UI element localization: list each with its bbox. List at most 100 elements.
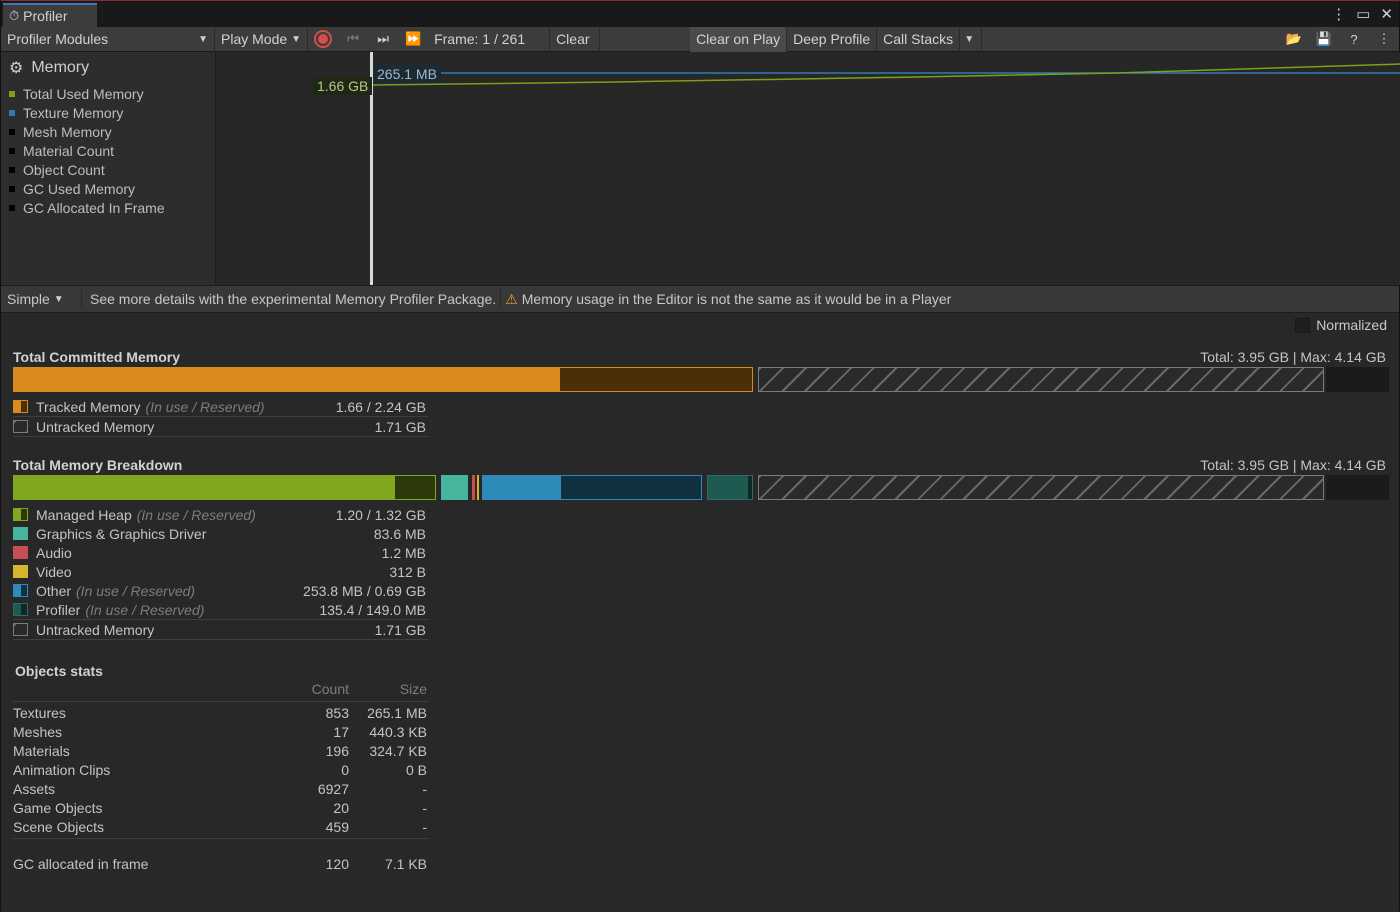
stat-count: 853 xyxy=(325,704,349,721)
row-value: 312 B xyxy=(389,563,426,580)
deep-profile-toggle[interactable]: Deep Profile xyxy=(787,26,878,52)
series-swatch xyxy=(9,147,15,154)
profiler-row[interactable]: Profiler (In use / Reserved) 135.4 / 149… xyxy=(13,600,428,619)
memory-module-title[interactable]: ⚙ Memory xyxy=(1,52,215,84)
record-button[interactable] xyxy=(308,27,338,52)
save-icon: 💾 xyxy=(1315,31,1333,46)
chevron-down-icon: ▼ xyxy=(198,33,208,45)
series-item-texture-memory[interactable]: Texture Memory xyxy=(9,103,215,122)
managed-heap-bar[interactable] xyxy=(13,475,436,500)
table-row[interactable]: Game Objects 20 - xyxy=(13,798,429,817)
series-item-gc-used-memory[interactable]: GC Used Memory xyxy=(9,179,215,198)
stat-size: - xyxy=(422,780,427,797)
memory-details-panel: Normalized Total Committed Memory Total:… xyxy=(1,313,1399,912)
play-mode-dropdown[interactable]: Play Mode ▼ xyxy=(215,26,309,52)
deep-profile-label: Deep Profile xyxy=(793,31,871,47)
stat-size: 265.1 MB xyxy=(367,704,427,721)
memory-chart[interactable]: 265.1 MB 1.66 GB xyxy=(216,52,1400,285)
help-button[interactable]: ? xyxy=(1339,27,1369,52)
load-button[interactable]: 📂 xyxy=(1279,27,1309,52)
audio-row[interactable]: Audio 1.2 MB xyxy=(13,543,428,562)
table-row[interactable]: Materials 196 324.7 KB xyxy=(13,741,429,760)
series-item-object-count[interactable]: Object Count xyxy=(9,160,215,179)
more-options-icon[interactable]: ⋮ xyxy=(1331,5,1346,23)
managed-heap-row[interactable]: Managed Heap (In use / Reserved) 1.20 / … xyxy=(13,505,428,524)
stat-size: - xyxy=(422,799,427,816)
table-row[interactable]: Animation Clips 0 0 B xyxy=(13,760,429,779)
profiler-modules-dropdown[interactable]: Profiler Modules ▼ xyxy=(1,26,215,52)
untracked-memory-row[interactable]: Untracked Memory 1.71 GB xyxy=(13,417,428,436)
profiler-toolbar: Profiler Modules ▼ Play Mode ▼ ⏮ ⏭ ⏩ Fra… xyxy=(1,26,1399,52)
row-label: Tracked Memory xyxy=(36,398,141,415)
current-frame-button[interactable]: ⏩ xyxy=(398,27,428,52)
tracked-memory-row[interactable]: Tracked Memory (In use / Reserved) 1.66 … xyxy=(13,397,428,416)
table-row[interactable]: Textures 853 265.1 MB xyxy=(13,703,429,722)
view-mode-dropdown[interactable]: Simple ▼ xyxy=(1,291,77,307)
series-label: Total Used Memory xyxy=(23,85,144,102)
audio-swatch-icon xyxy=(13,546,28,559)
video-bar[interactable] xyxy=(477,475,479,500)
normalized-toggle[interactable]: Normalized xyxy=(1295,317,1387,333)
save-button[interactable]: 💾 xyxy=(1309,27,1339,52)
row-label: Managed Heap xyxy=(36,506,132,523)
row-sublabel: (In use / Reserved) xyxy=(145,398,265,415)
series-item-gc-allocated-in-frame[interactable]: GC Allocated In Frame xyxy=(9,198,215,217)
divider xyxy=(13,838,429,839)
row-value: 1.20 / 1.32 GB xyxy=(335,506,426,523)
stat-count: 196 xyxy=(325,742,349,759)
clear-on-play-toggle[interactable]: Clear on Play xyxy=(690,26,788,52)
tracked-memory-swatch-icon xyxy=(13,400,28,413)
series-label: GC Allocated In Frame xyxy=(23,199,165,216)
profiler-swatch-icon xyxy=(13,603,28,616)
total-used-memory-line xyxy=(372,63,1400,86)
stat-label: Meshes xyxy=(13,723,63,740)
row-value: 1.71 GB xyxy=(374,418,426,435)
untracked-memory-row[interactable]: Untracked Memory 1.71 GB xyxy=(13,620,428,639)
tracked-memory-bar[interactable] xyxy=(13,367,753,392)
clear-button[interactable]: Clear xyxy=(550,26,601,52)
untracked-memory-bar[interactable] xyxy=(758,367,1324,392)
video-row[interactable]: Video 312 B xyxy=(13,562,428,581)
gc-allocated-row[interactable]: GC allocated in frame 120 7.1 KB xyxy=(13,854,429,873)
row-sublabel: (In use / Reserved) xyxy=(76,582,196,599)
close-icon[interactable]: ✕ xyxy=(1380,5,1393,23)
stat-count: 459 xyxy=(325,818,349,835)
divider xyxy=(81,289,82,309)
row-sublabel: (In use / Reserved) xyxy=(136,506,256,523)
series-item-material-count[interactable]: Material Count xyxy=(9,141,215,160)
series-label: Object Count xyxy=(23,161,105,178)
previous-frame-button[interactable]: ⏮ xyxy=(338,27,368,52)
row-value: 135.4 / 149.0 MB xyxy=(319,601,426,618)
next-frame-button[interactable]: ⏭ xyxy=(368,27,398,52)
other-row[interactable]: Other (In use / Reserved) 253.8 MB / 0.6… xyxy=(13,581,428,600)
toolbar-menu-button[interactable]: ⋮ xyxy=(1369,27,1399,52)
row-value: 1.2 MB xyxy=(381,544,426,561)
profiler-tab[interactable]: ⏱ Profiler xyxy=(3,3,97,27)
table-row[interactable]: Scene Objects 459 - xyxy=(13,817,429,836)
details-bar: Simple ▼ See more details with the exper… xyxy=(1,285,1399,313)
maximize-icon[interactable]: ▭ xyxy=(1356,5,1370,23)
untracked-memory-bar[interactable] xyxy=(758,475,1324,500)
graphics-row[interactable]: Graphics & Graphics Driver 83.6 MB xyxy=(13,524,428,543)
stat-size: 0 B xyxy=(405,761,427,778)
call-stacks-dropdown[interactable]: ▼ xyxy=(960,26,983,52)
other-memory-bar[interactable] xyxy=(482,475,702,500)
stat-count: 17 xyxy=(333,723,349,740)
untracked-memory-swatch-icon xyxy=(13,623,28,636)
call-stacks-toggle[interactable]: Call Stacks xyxy=(877,26,961,52)
table-row[interactable]: Assets 6927 - xyxy=(13,779,429,798)
graphics-bar[interactable] xyxy=(441,475,468,500)
module-title: Memory xyxy=(31,59,90,76)
series-item-total-used-memory[interactable]: Total Used Memory xyxy=(9,84,215,103)
profiler-memory-bar[interactable] xyxy=(707,475,753,500)
audio-bar[interactable] xyxy=(472,475,475,500)
series-item-mesh-memory[interactable]: Mesh Memory xyxy=(9,122,215,141)
graphics-swatch-icon xyxy=(13,527,28,540)
table-row[interactable]: Meshes 17 440.3 KB xyxy=(13,722,429,741)
step-forward-icon: ⏭ xyxy=(377,31,389,46)
managed-heap-in-use-fill xyxy=(14,476,396,499)
normalized-checkbox[interactable] xyxy=(1295,317,1311,333)
stat-size: - xyxy=(422,818,427,835)
memory-profiler-package-link[interactable]: See more details with the experimental M… xyxy=(86,291,496,307)
memory-chart-lines xyxy=(372,63,1400,86)
